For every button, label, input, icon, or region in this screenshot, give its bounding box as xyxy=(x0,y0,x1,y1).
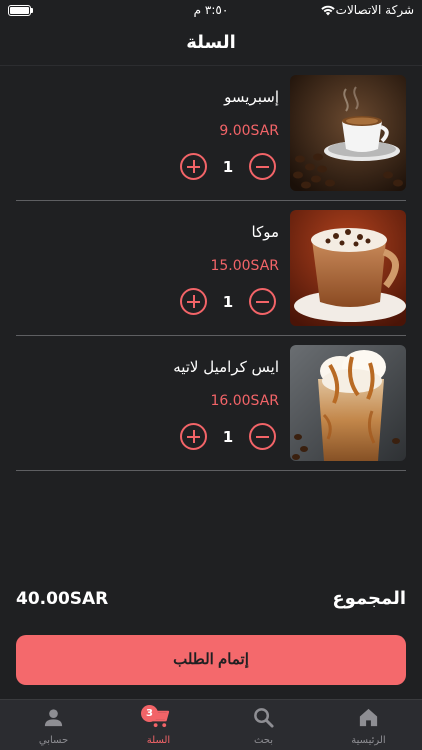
increase-quantity-button[interactable] xyxy=(180,153,207,180)
increase-quantity-button[interactable] xyxy=(180,423,207,450)
increase-quantity-button[interactable] xyxy=(180,288,207,315)
checkout-label: إتمام الطلب xyxy=(173,651,249,668)
decrease-quantity-button[interactable] xyxy=(249,288,276,315)
wifi-icon xyxy=(321,5,335,16)
item-name: إسبريسو xyxy=(224,88,279,106)
item-name: موكا xyxy=(251,223,280,241)
page-title: السلة xyxy=(186,32,236,53)
checkout-button[interactable]: إتمام الطلب xyxy=(16,635,406,685)
tab-label: السلة xyxy=(146,735,171,746)
espresso-image xyxy=(290,75,406,191)
item-price: 16.00SAR xyxy=(210,393,279,409)
total-label: المجموع xyxy=(332,588,406,609)
item-price: 15.00SAR xyxy=(210,258,279,274)
navigation-bar: السلة xyxy=(0,22,422,66)
tab-label: بحث xyxy=(253,735,274,746)
tab-label: الرئيسية xyxy=(351,735,386,746)
home-icon xyxy=(359,708,378,727)
cart-item-iced-caramel-latte: ايس كراميل لاتيه 16.00SAR 1 xyxy=(16,336,406,471)
person-icon xyxy=(44,709,63,727)
quantity-value: 1 xyxy=(222,158,234,176)
item-name: ايس كراميل لاتيه xyxy=(173,358,279,376)
cart-item-mocha: موكا 15.00SAR 1 xyxy=(16,201,406,336)
search-icon xyxy=(254,708,274,728)
item-price: 9.00SAR xyxy=(219,123,279,139)
cart-item-list: إسبريسو 9.00SAR 1 موكا 15.00SAR 1 ايس كر… xyxy=(16,66,406,471)
tab-label: حسابي xyxy=(38,735,69,746)
status-bar: ٣:٥٠ م شركة الاتصالات xyxy=(0,0,422,22)
cart-count-badge: 3 xyxy=(141,705,158,722)
total-value: 40.00SAR xyxy=(16,589,109,609)
tab-search[interactable]: بحث xyxy=(211,700,316,750)
decrease-quantity-button[interactable] xyxy=(249,423,276,450)
tab-bar: الرئيسية بحث 3 السلة حسابي xyxy=(0,699,422,750)
quantity-value: 1 xyxy=(222,293,234,311)
decrease-quantity-button[interactable] xyxy=(249,153,276,180)
iced-caramel-latte-image xyxy=(290,345,406,461)
carrier-name: شركة الاتصالات xyxy=(335,3,414,17)
quantity-value: 1 xyxy=(222,428,234,446)
tab-home[interactable]: الرئيسية xyxy=(316,700,421,750)
tab-cart[interactable]: 3 السلة xyxy=(106,700,211,750)
order-total-row: المجموع 40.00SAR xyxy=(16,588,406,614)
tab-account[interactable]: حسابي xyxy=(1,700,106,750)
mocha-image xyxy=(290,210,406,326)
cart-item-espresso: إسبريسو 9.00SAR 1 xyxy=(16,66,406,201)
